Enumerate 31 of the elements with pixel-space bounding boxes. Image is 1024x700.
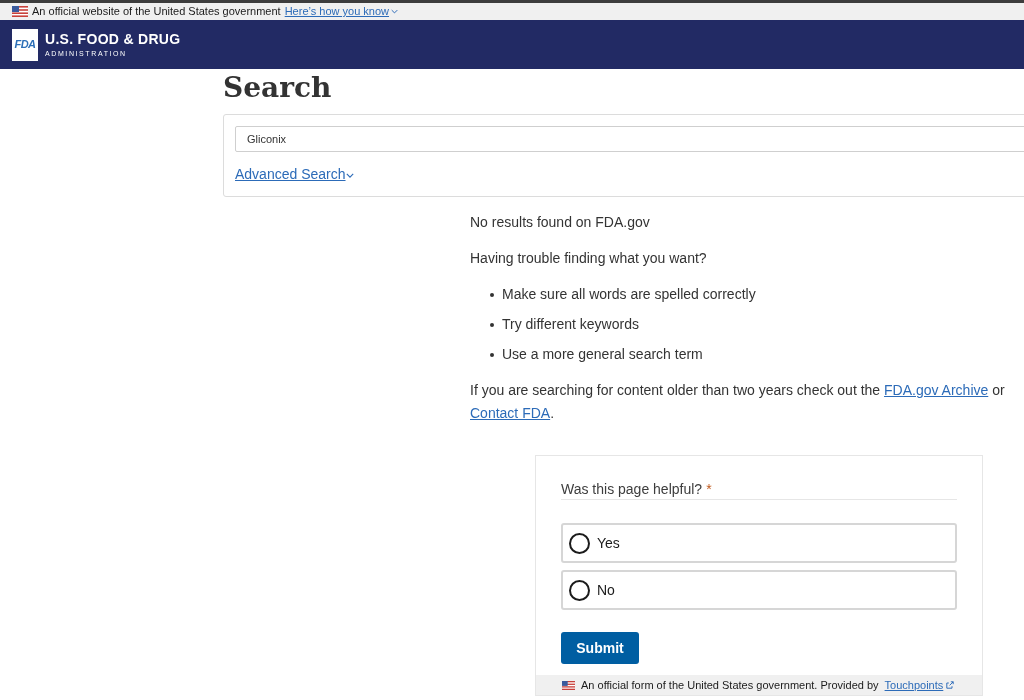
tip-text: Try different keywords [502, 315, 639, 334]
no-results-message: No results found on FDA.gov [470, 213, 650, 232]
bullet-icon [490, 352, 494, 357]
answer-option[interactable]: Yes [561, 523, 957, 563]
tip-text: Make sure all words are spelled correctly [502, 285, 756, 304]
banner-text: An official website of the United States government [32, 4, 281, 20]
agency-name: U.S. FOOD & DRUG [45, 32, 181, 46]
external-link-icon [946, 681, 955, 689]
footer-text: An official form of the United States government. Provided by [581, 677, 879, 693]
bullet-icon [490, 322, 494, 327]
submit-button[interactable]: Submit [561, 632, 639, 664]
question-label: Was this page helpful? [561, 481, 703, 498]
help-heading: Having trouble finding what you want? [470, 249, 707, 268]
logo[interactable]: FDA [12, 28, 38, 61]
flag-icon [12, 6, 28, 17]
advanced-search-link[interactable]: Advanced Search [235, 164, 354, 185]
touchpoints-link[interactable]: Touchpoints [884, 676, 955, 694]
archive-note: If you are searching for content older than two years check out the FDA.gov Archive or Contact FDA. [470, 381, 1006, 423]
answer-option[interactable]: No [561, 570, 957, 610]
required-mark: * [706, 481, 712, 498]
radio-button[interactable] [569, 579, 590, 601]
radio-button[interactable] [569, 532, 590, 554]
flag-icon [562, 680, 575, 690]
chevron-down-icon [391, 9, 399, 14]
tip-text: Use a more general search term [502, 345, 703, 364]
chevron-down-icon [345, 173, 354, 178]
bullet-icon [490, 292, 494, 297]
search-field[interactable]: Gliconix [235, 126, 1024, 152]
page-title: Search [223, 70, 332, 106]
banner-link[interactable]: Here’s how you know [284, 3, 399, 20]
archive-link[interactable]: FDA.gov Archive [884, 382, 989, 398]
